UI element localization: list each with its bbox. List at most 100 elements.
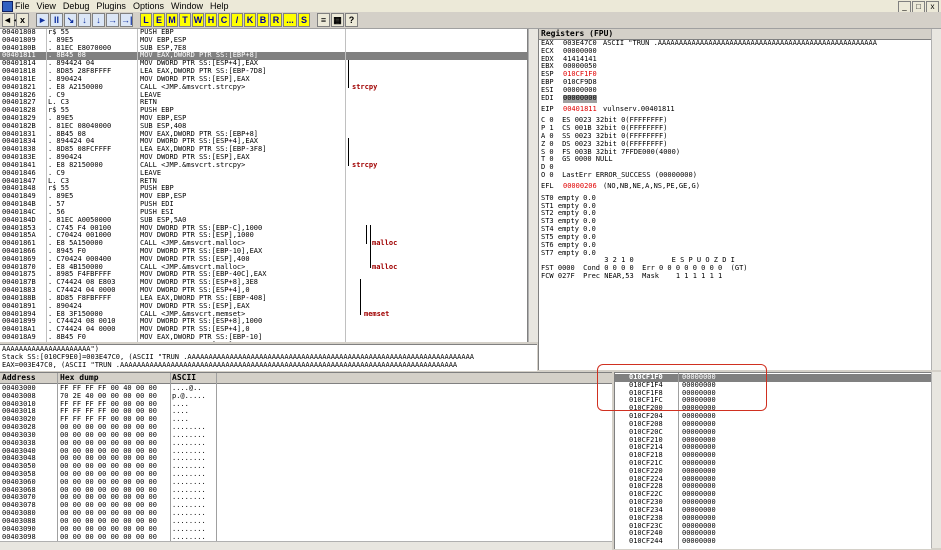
toolbar-window-button-E[interactable]: E — [153, 13, 165, 27]
disasm-row[interactable]: 00401828 r$ 55 PUSH EBP — [0, 106, 527, 115]
disasm-row[interactable]: 00401848 r$ 55 PUSH EBP — [0, 185, 527, 193]
flag-row[interactable]: O 0 LastErr ERROR_SUCCESS (00000000) — [541, 171, 697, 180]
toolbar-window-button-L[interactable]: L — [140, 13, 152, 27]
disasm-row[interactable]: 00401849. 89E5 MOV EBP,ESP — [0, 192, 527, 201]
toolbar-window-button-R[interactable]: R — [270, 13, 282, 27]
call-bracket — [366, 224, 367, 245]
fpu-status-fcw: FCW 027F Prec NEAR,53 Mask 1 1 1 1 1 1 — [541, 271, 723, 280]
register-row-edi[interactable]: EDI 00000000 — [541, 93, 931, 103]
disasm-row[interactable]: 00401841. E8 82150000 CALL <JMP.&msvcrt.s… — [0, 160, 527, 170]
toolbar-debug-button-1[interactable]: II — [50, 13, 63, 27]
toolbar-debug-button-6[interactable]: →| — [120, 13, 133, 27]
toolbar-extra-button-1[interactable]: ▦ — [331, 13, 344, 27]
toolbar-window-button-x[interactable]: / — [231, 13, 243, 27]
register-name: EFL — [541, 181, 554, 190]
toolbar-window-button-S[interactable]: S — [298, 13, 310, 27]
toolbar-debug-button-3[interactable]: ↓ — [78, 13, 91, 27]
register-row-eax[interactable]: EAX 003E47C0 ASCII "TRUN .AAAAAAAAAAAAAAAA… — [541, 39, 931, 48]
dump-header-address[interactable]: Address — [2, 373, 36, 383]
menu-item-options[interactable]: Options — [133, 1, 164, 11]
disasm-row[interactable]: 00401821. E8 A2150000 CALL <JMP.&msvcrt.s… — [0, 82, 527, 92]
menu-item-plugins[interactable]: Plugins — [96, 1, 126, 11]
register-row-ebx[interactable]: EBX 00000050 — [541, 63, 931, 71]
register-row-ebp[interactable]: EBP 010CF9D8 — [541, 78, 931, 87]
register-row-esi[interactable]: ESI 00000000 — [541, 86, 931, 95]
menu-item-window[interactable]: Window — [171, 1, 203, 11]
disassembly-scrollbar[interactable] — [528, 29, 538, 342]
disassembly-pane[interactable]: 00401808 r$ 55 PUSH EBP 00401809. 89E5 MOV E… — [0, 29, 528, 342]
register-value[interactable]: 00401811 — [563, 105, 597, 114]
stack-value: 00000000 — [682, 537, 716, 546]
register-row-edx[interactable]: EDX 41414141 — [541, 55, 931, 64]
registers-scrollbar[interactable] — [931, 29, 941, 370]
toolbar-extra-button-2[interactable]: ? — [345, 13, 358, 27]
dump-header-ascii[interactable]: ASCII — [172, 373, 196, 383]
call-bracket — [348, 138, 349, 166]
call-bracket — [360, 279, 361, 315]
register-value[interactable]: 00000000 — [563, 94, 597, 103]
toolbar-window-button-B[interactable]: B — [257, 13, 269, 27]
disasm-comment: memset — [364, 309, 390, 318]
dump-row[interactable]: 00403098 00 00 00 00 00 00 00 00........ — [0, 532, 612, 541]
column-divider — [137, 29, 138, 342]
disasm-comment: malloc — [372, 239, 398, 248]
stack-scrollbar[interactable] — [931, 372, 941, 548]
disasm-row[interactable]: 00401846. C9 LEAVE — [0, 169, 527, 178]
disasm-comment: strcpy — [352, 82, 378, 91]
disasm-row[interactable]: 00401827 L. C3 RETN — [0, 99, 527, 107]
info-line: EAX=003E47C0, (ASCII "TRUN .AAAAAAAAAAAA… — [2, 361, 458, 369]
dump-header-hex[interactable]: Hex dump — [60, 373, 99, 383]
disasm-row[interactable]: 00401808 r$ 55 PUSH EBP — [0, 29, 527, 37]
call-bracket — [348, 60, 349, 88]
register-row-eip[interactable]: EIP 00401811 vulnserv.00401811 — [541, 104, 931, 114]
register-row-esp[interactable]: ESP 010CF1F0 — [541, 70, 931, 79]
toolbar-window-button-C[interactable]: C — [218, 13, 230, 27]
toolbar-window-button-xxx[interactable]: ... — [283, 13, 297, 27]
register-name: EDI — [541, 93, 554, 102]
menu-item-help[interactable]: Help — [210, 1, 229, 11]
register-name: EIP — [541, 104, 554, 113]
menu-item-view[interactable]: View — [37, 1, 56, 11]
toolbar-debug-button-4[interactable]: ↓ — [92, 13, 105, 27]
toolbar-window-button-M[interactable]: M — [166, 13, 178, 27]
toolbar: ◄◄ x ► II ↘ ↓ ↓ → →| L E M T W H C / K B R... S ≡ ▦? — [0, 12, 941, 29]
toolbar-button-0[interactable]: ◄◄ — [2, 13, 21, 27]
toolbar-debug-button-5[interactable]: → — [106, 13, 119, 27]
dump-hex: 00 00 00 00 00 00 00 00 — [60, 532, 157, 541]
app-icon — [2, 1, 13, 12]
menu-bar: File View Debug Plugins Options Window Help _ □… — [0, 0, 941, 13]
disasm-comment: strcpy — [352, 160, 378, 169]
toolbar-window-button-W[interactable]: W — [192, 13, 204, 27]
toolbar-button-1[interactable]: x — [16, 13, 29, 27]
register-row-efl[interactable]: EFL 00000206 (NO,NB,NE,A,NS,PE,GE,G) — [541, 181, 931, 191]
info-pane: AAAAAAAAAAAAAAAAAAAAA") Stack SS:[010CF9E… — [0, 344, 537, 371]
register-comment: ASCII "TRUN .AAAAAAAAAAAAAAAAAAAAAAAAAAA… — [603, 39, 877, 47]
register-value[interactable]: 00000206 — [563, 182, 597, 191]
dump-ascii: ........ — [172, 532, 206, 541]
register-comment: (NO,NB,NE,A,NS,PE,GE,G) — [603, 181, 700, 190]
register-row-ecx[interactable]: ECX 00000000 — [541, 47, 931, 56]
column-divider — [345, 29, 346, 342]
register-comment: vulnserv.00401811 — [603, 104, 675, 113]
toolbar-window-button-K[interactable]: K — [244, 13, 256, 27]
menu-item-debug[interactable]: Debug — [63, 1, 90, 11]
dump-address: 00403098 — [2, 532, 36, 541]
call-bracket — [370, 224, 371, 268]
disasm-row[interactable]: 0040184B. 57 PUSH EDI — [0, 200, 527, 209]
toolbar-window-button-H[interactable]: H — [205, 13, 217, 27]
disasm-row[interactable]: 00401826. C9 LEAVE — [0, 91, 527, 100]
registers-pane[interactable]: Registers (FPU) EAX 003E47C0 ASCII "TRUN .A… — [538, 29, 931, 370]
menu-items: File View Debug Plugins Options Window Help — [15, 0, 236, 12]
hex-dump-pane[interactable]: Address Hex dump ASCII 00403000 FF FF FF FF … — [0, 372, 612, 541]
disasm-row[interactable]: 00401847 L. C3 RETN — [0, 177, 527, 186]
dump-scrollbar[interactable] — [0, 541, 612, 550]
toolbar-debug-button-2[interactable]: ↘ — [64, 13, 77, 27]
stack-row[interactable]: 010CF244 00000000 — [615, 537, 931, 546]
stack-address: 010CF244 — [629, 537, 663, 546]
toolbar-window-button-T[interactable]: T — [179, 13, 191, 27]
menu-item-file[interactable]: File — [15, 1, 30, 11]
dump-header: Address Hex dump ASCII — [0, 373, 612, 384]
toolbar-debug-button-0[interactable]: ► — [36, 13, 49, 27]
column-divider — [46, 29, 47, 342]
toolbar-extra-button-0[interactable]: ≡ — [317, 13, 330, 27]
